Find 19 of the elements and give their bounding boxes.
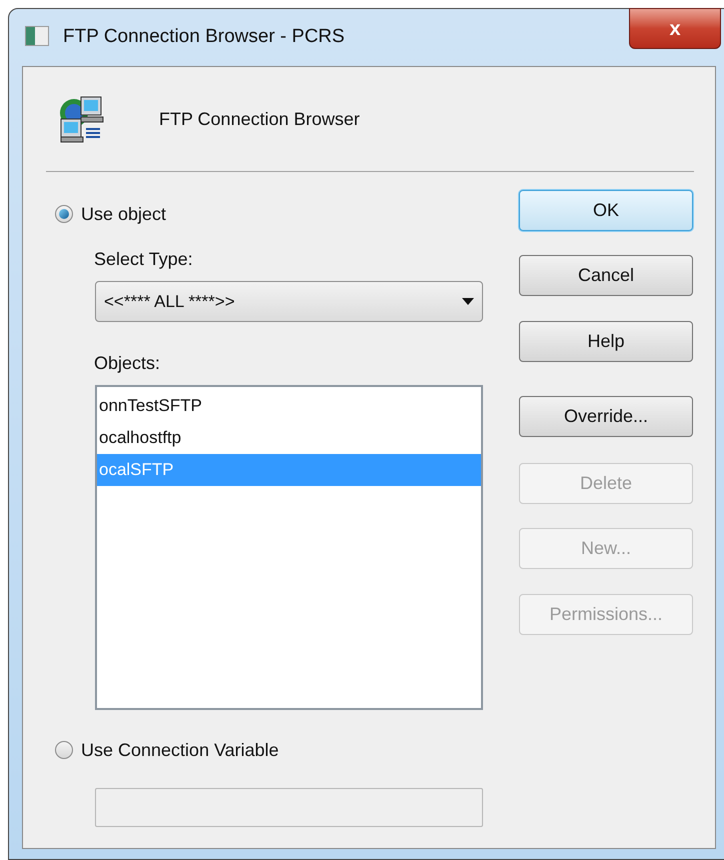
- list-item[interactable]: onnTestSFTP: [97, 390, 481, 422]
- window-title: FTP Connection Browser - PCRS: [63, 26, 345, 48]
- select-type-label: Select Type:: [94, 248, 194, 271]
- network-computers-icon: [59, 95, 105, 143]
- window-icon: [25, 26, 49, 46]
- dialog-button[interactable]: Help: [519, 321, 693, 362]
- dialog-button[interactable]: Override...: [519, 396, 693, 437]
- close-button[interactable]: x: [629, 8, 721, 49]
- use-object-label: Use object: [81, 202, 166, 226]
- dialog-button[interactable]: Cancel: [519, 255, 693, 296]
- header-title: FTP Connection Browser: [159, 108, 360, 130]
- radio-button[interactable]: [55, 741, 73, 759]
- objects-label: Objects:: [94, 352, 162, 375]
- type-dropdown[interactable]: <<**** ALL ****>>: [95, 281, 483, 322]
- dialog-button[interactable]: OK: [519, 190, 693, 231]
- use-variable-label: Use Connection Variable: [81, 738, 279, 762]
- list-item[interactable]: ocalhostftp: [97, 422, 481, 454]
- radio-button[interactable]: [55, 205, 73, 223]
- dropdown-arrow-icon: [462, 298, 474, 305]
